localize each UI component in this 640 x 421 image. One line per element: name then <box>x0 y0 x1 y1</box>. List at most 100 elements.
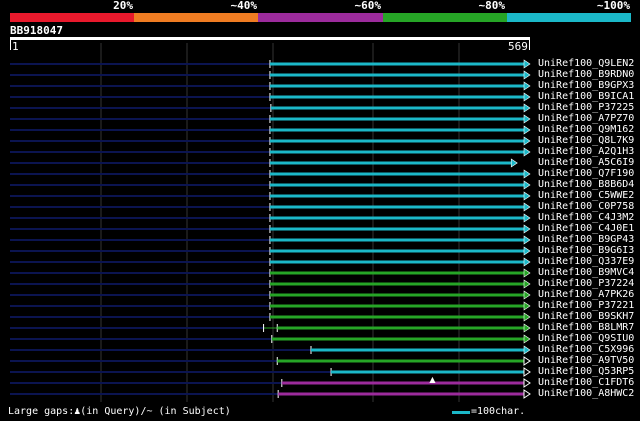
hit-label[interactable]: UniRef100_C0P758 <box>538 201 634 212</box>
hit-label[interactable]: UniRef100_Q9M162 <box>538 124 634 135</box>
hit-row[interactable] <box>10 257 531 267</box>
hit-row[interactable] <box>10 81 531 91</box>
scale-label: =100char. <box>471 406 526 417</box>
hit-row[interactable] <box>10 70 531 80</box>
hit-label[interactable]: UniRef100_C4J3M2 <box>538 212 634 223</box>
legend-label-1: 20% <box>113 0 133 12</box>
hit-arrow-head <box>523 367 531 377</box>
hit-row[interactable] <box>10 180 531 190</box>
hit-arrow-head <box>523 257 531 267</box>
hit-label[interactable]: UniRef100_Q53RP5 <box>538 366 634 377</box>
hit-label[interactable]: UniRef100_C1FDT6 <box>538 377 634 388</box>
hit-arrow-head <box>523 246 531 256</box>
hit-label[interactable]: UniRef100_B8B6D4 <box>538 179 634 190</box>
hit-row[interactable] <box>10 92 531 102</box>
hit-label[interactable]: UniRef100_Q337E9 <box>538 256 634 267</box>
scale-legend: =100char. <box>452 406 525 418</box>
hit-arrow-head <box>510 158 518 168</box>
hit-label[interactable]: UniRef100_Q9LEN2 <box>538 58 634 69</box>
hit-label[interactable]: UniRef100_P37221 <box>538 300 634 311</box>
hit-row[interactable] <box>10 356 531 366</box>
hit-label[interactable]: UniRef100_Q9SIU0 <box>538 333 634 344</box>
hit-row[interactable] <box>10 114 531 124</box>
hit-label[interactable]: UniRef100_C4J0E1 <box>538 223 634 234</box>
large-gaps-legend: Large gaps:♟(in Query)/~ (in Subject) <box>8 406 231 417</box>
hit-row[interactable] <box>10 279 531 289</box>
hit-label[interactable]: UniRef100_B9MVC4 <box>538 267 634 278</box>
hit-arrow-head <box>523 301 531 311</box>
hit-arrow-head <box>523 334 531 344</box>
hit-row[interactable] <box>10 290 531 300</box>
hit-arrow-head <box>523 356 531 366</box>
hit-arrow-head <box>523 103 531 113</box>
hit-arrow-head <box>523 180 531 190</box>
hit-row[interactable] <box>10 158 518 168</box>
hit-row[interactable] <box>10 312 531 322</box>
hit-row[interactable] <box>10 389 531 399</box>
hit-row[interactable] <box>10 191 531 201</box>
legend-label-3: ~60% <box>354 0 382 12</box>
hit-arrow-head <box>523 345 531 355</box>
hit-arrow-head <box>523 191 531 201</box>
hit-label[interactable]: UniRef100_Q8L7K9 <box>538 135 634 146</box>
hit-label[interactable]: UniRef100_B9SKH7 <box>538 311 634 322</box>
legend-label-4: ~80% <box>478 0 506 12</box>
hit-row[interactable]: ▲ <box>10 375 531 388</box>
hit-row[interactable] <box>10 224 531 234</box>
hit-arrow-head <box>523 169 531 179</box>
hit-label[interactable]: UniRef100_Q7F190 <box>538 168 634 179</box>
hit-row[interactable] <box>10 334 531 344</box>
hit-row[interactable] <box>10 125 531 135</box>
hit-label[interactable]: UniRef100_B8LMR7 <box>538 322 634 333</box>
hit-arrow-head <box>523 235 531 245</box>
hit-label[interactable]: UniRef100_A7PZ70 <box>538 113 634 124</box>
hit-arrow-head <box>523 290 531 300</box>
hit-arrow-head <box>523 136 531 146</box>
hit-arrow-head <box>523 70 531 80</box>
hit-arrow-head <box>523 312 531 322</box>
hit-row[interactable] <box>10 345 531 355</box>
hit-row[interactable] <box>10 202 531 212</box>
hit-row[interactable] <box>10 235 531 245</box>
hit-row[interactable] <box>10 246 531 256</box>
legend-label-2: ~40% <box>230 0 258 12</box>
hit-label[interactable]: UniRef100_P37225 <box>538 102 634 113</box>
hit-label[interactable]: UniRef100_A2Q1H3 <box>538 146 634 157</box>
hit-row[interactable] <box>10 147 531 157</box>
hit-label[interactable]: UniRef100_B9GP43 <box>538 234 634 245</box>
hit-arrow-head <box>523 59 531 69</box>
hit-row[interactable] <box>10 268 531 278</box>
hit-label[interactable]: UniRef100_B9GPX3 <box>538 80 634 91</box>
hit-label[interactable]: UniRef100_C5WWE2 <box>538 190 634 201</box>
legend-label-5: ~100% <box>596 0 630 12</box>
hit-row[interactable] <box>10 103 531 113</box>
hit-arrow-head <box>523 81 531 91</box>
hit-row[interactable] <box>10 301 531 311</box>
hit-label[interactable]: UniRef100_B9G6I3 <box>538 245 634 256</box>
hit-arrow-head <box>523 92 531 102</box>
hit-label[interactable]: UniRef100_A8HWC2 <box>538 388 634 399</box>
hit-row[interactable] <box>10 136 531 146</box>
hit-arrow-head <box>523 323 531 333</box>
hit-arrow-head <box>523 268 531 278</box>
hit-row[interactable] <box>10 367 531 377</box>
hit-label[interactable]: UniRef100_A5C6I9 <box>538 157 634 168</box>
hit-label[interactable]: UniRef100_P37224 <box>538 278 634 289</box>
hit-arrow-head <box>523 202 531 212</box>
hit-arrow-head <box>523 279 531 289</box>
hit-row[interactable] <box>10 59 531 69</box>
hit-label[interactable]: UniRef100_C5X996 <box>538 344 634 355</box>
hit-arrow-head <box>523 224 531 234</box>
hit-row[interactable] <box>10 323 531 333</box>
scale-swatch <box>452 410 470 414</box>
hit-label[interactable]: UniRef100_A7PK26 <box>538 289 634 300</box>
hit-row[interactable] <box>10 213 531 223</box>
hit-label[interactable]: UniRef100_A9TV50 <box>538 355 634 366</box>
query-gap-marker-icon: ▲ <box>429 375 436 384</box>
hit-row[interactable] <box>10 169 531 179</box>
hit-label[interactable]: UniRef100_B9RDN0 <box>538 69 634 80</box>
hit-arrow-head <box>523 213 531 223</box>
hit-arrow-head <box>523 147 531 157</box>
hit-arrow-head <box>523 114 531 124</box>
hit-label[interactable]: UniRef100_B9ICA1 <box>538 91 634 102</box>
